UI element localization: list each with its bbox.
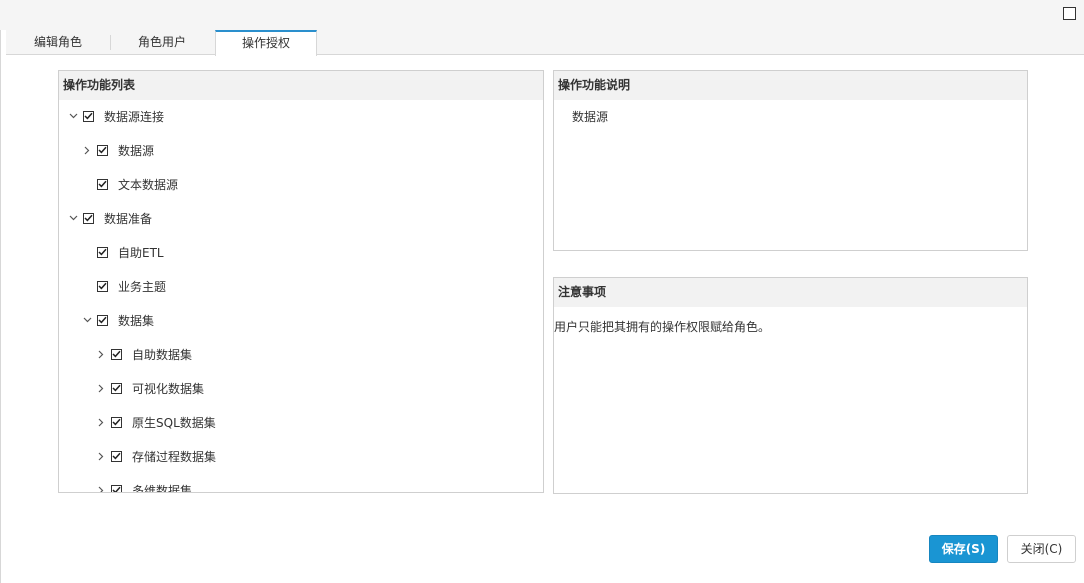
dialog-titlebar [0,0,1084,30]
tree-node-label: 多维数据集 [132,483,193,493]
tree-node[interactable]: 多维数据集 [95,481,192,492]
chevron-right-icon[interactable] [95,382,107,394]
tree-node-label: 数据源 [118,143,155,158]
tree-node-checkbox[interactable] [97,314,108,326]
operation-description-title: 操作功能说明 [554,71,1027,100]
operation-description-panel: 操作功能说明 数据源 [553,70,1028,251]
chevron-right-icon[interactable] [95,416,107,428]
tree-node[interactable]: 数据集 [81,311,154,329]
chevron-down-icon[interactable] [67,110,79,122]
tree-node-checkbox[interactable] [97,178,108,190]
tab-operation-auth[interactable]: 操作授权 [215,30,317,56]
tree-node-label: 原生SQL数据集 [132,415,216,430]
close-button[interactable]: 关闭(C) [1007,535,1076,563]
dialog-left-border [0,30,1,583]
tree-node[interactable]: 数据源连接 [67,107,164,125]
tree-node-label: 存储过程数据集 [132,449,217,464]
save-button[interactable]: 保存(S) [929,535,998,563]
tree-node[interactable]: 数据准备 [67,209,152,227]
notes-title: 注意事项 [554,278,1027,307]
notes-text: 用户只能把其拥有的操作权限赋给角色。 [554,320,771,334]
tree-node-checkbox[interactable] [111,382,122,394]
chevron-right-icon[interactable] [95,484,107,492]
operation-list-panel: 操作功能列表 数据源连接数据源文本数据源数据准备自助ETL 业务主题数据集自助数据… [58,70,544,493]
tab-bar: 编辑角色 角色用户 操作授权 [6,30,1084,56]
tree-node[interactable]: 业务主题 [81,277,166,295]
tree-node[interactable]: 数据源 [81,141,154,159]
chevron-down-icon[interactable] [67,212,79,224]
tree-node-checkbox[interactable] [111,348,122,360]
tree-node-checkbox[interactable] [111,484,122,492]
operation-tree[interactable]: 数据源连接数据源文本数据源数据准备自助ETL 业务主题数据集自助数据集可视化数据集… [59,100,543,492]
tree-node-label: 数据准备 [104,211,153,226]
tab-edit-role[interactable]: 编辑角色 [6,30,110,55]
operation-list-title: 操作功能列表 [59,71,543,100]
tree-node-checkbox[interactable] [97,280,108,292]
tree-node-checkbox[interactable] [97,144,108,156]
operation-description-text: 数据源 [572,110,609,124]
tree-node-label: 数据集 [118,313,155,328]
notes-panel: 注意事项 用户只能把其拥有的操作权限赋给角色。 [553,277,1028,494]
tree-node-label: 可视化数据集 [132,381,205,396]
tree-node[interactable]: 可视化数据集 [95,379,204,397]
chevron-right-icon[interactable] [81,144,93,156]
chevron-right-icon[interactable] [95,348,107,360]
tree-node[interactable]: 原生SQL数据集 [95,413,216,431]
chevron-down-icon[interactable] [81,314,93,326]
tree-node-checkbox[interactable] [83,212,94,224]
tree-node-label: 业务主题 [118,279,167,294]
tree-node-label: 文本数据源 [118,177,179,192]
tab-role-users[interactable]: 角色用户 [110,30,214,55]
tree-node-checkbox[interactable] [111,450,122,462]
tree-node-checkbox[interactable] [111,416,122,428]
tree-node-label: 自助ETL [118,245,164,260]
maximize-icon[interactable] [1063,7,1076,20]
tree-node[interactable]: 自助ETL [81,243,164,261]
tree-node[interactable]: 文本数据源 [81,175,178,193]
tree-node-label: 数据源连接 [104,109,165,124]
chevron-right-icon[interactable] [95,450,107,462]
tree-node-label: 自助数据集 [132,347,193,362]
tree-node-checkbox[interactable] [83,110,94,122]
tree-node[interactable]: 自助数据集 [95,345,192,363]
tree-node-checkbox[interactable] [97,246,108,258]
tree-node[interactable]: 存储过程数据集 [95,447,216,465]
